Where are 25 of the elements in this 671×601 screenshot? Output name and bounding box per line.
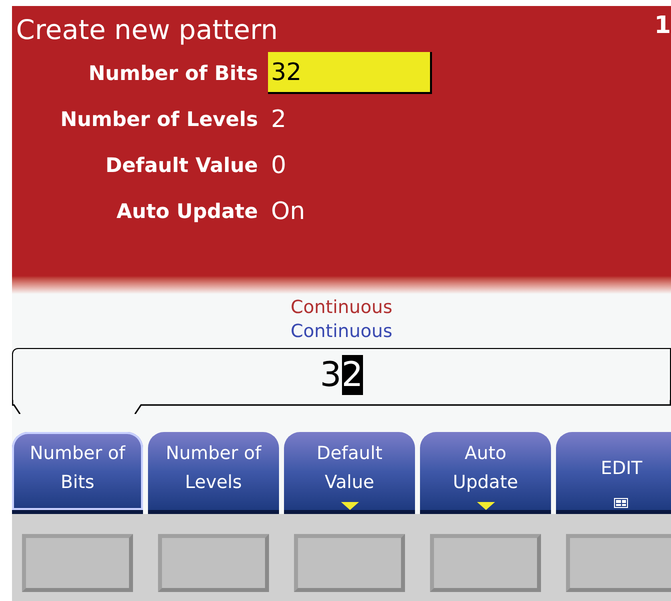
field-value[interactable]: On [268, 193, 306, 229]
field-label: Number of Bits [88, 60, 259, 87]
softkey[interactable]: Number of Levels [148, 432, 279, 514]
softkey[interactable]: Default Value [284, 432, 415, 514]
hardware-key[interactable] [22, 534, 133, 592]
field-label: Default Value [104, 152, 259, 179]
hardware-key[interactable] [294, 534, 405, 592]
field-value[interactable]: 0 [268, 147, 286, 183]
softkey[interactable]: EDIT [556, 432, 671, 514]
field-value[interactable]: 2 [268, 101, 286, 137]
cursor-digit: 2 [342, 354, 364, 394]
grid-icon [614, 498, 628, 508]
corner-text: 1 [654, 10, 671, 40]
field-label: Number of Levels [59, 106, 259, 133]
status-text: Continuous [290, 296, 392, 320]
entry-digit: 3 [320, 354, 342, 394]
softkey[interactable]: Auto Update [420, 432, 551, 514]
softkey[interactable]: Number of Bits [12, 432, 143, 514]
hardware-key[interactable] [158, 534, 269, 592]
hardware-key[interactable] [566, 534, 671, 592]
hardware-key[interactable] [430, 534, 541, 592]
field-label: Auto Update [116, 198, 259, 225]
value-field[interactable]: 32 [268, 52, 432, 94]
status-text: Continuous [290, 320, 392, 344]
screen-title: Create new pattern [16, 14, 278, 48]
